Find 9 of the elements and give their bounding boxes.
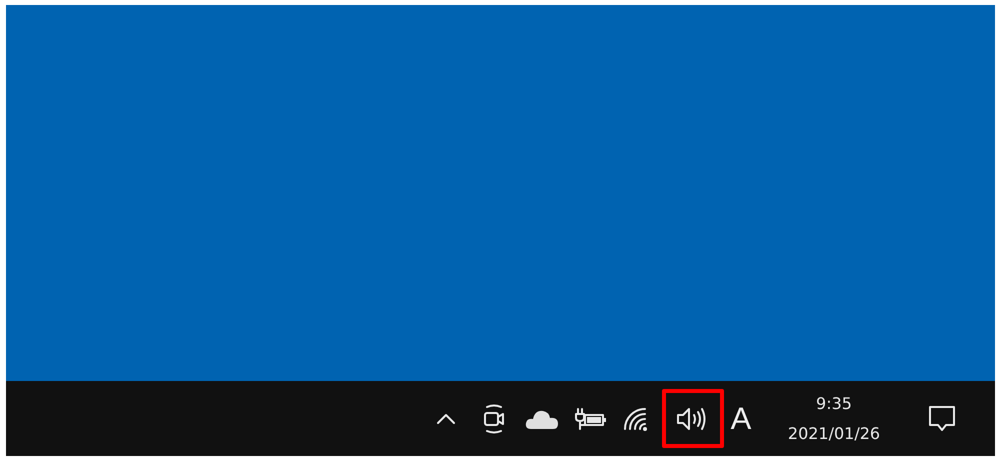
clock-date: 2021/01/26 — [788, 422, 880, 444]
notification-icon — [927, 404, 957, 434]
battery-plug-icon — [573, 406, 607, 430]
video-camera-icon — [482, 404, 506, 434]
chevron-up-icon — [436, 412, 456, 424]
tray-button[interactable] — [662, 389, 724, 448]
input-indicator[interactable]: A — [726, 400, 756, 436]
clock-time: 9:35 — [816, 392, 852, 414]
clock[interactable]: 9:35 2021/01/26 — [764, 388, 904, 448]
